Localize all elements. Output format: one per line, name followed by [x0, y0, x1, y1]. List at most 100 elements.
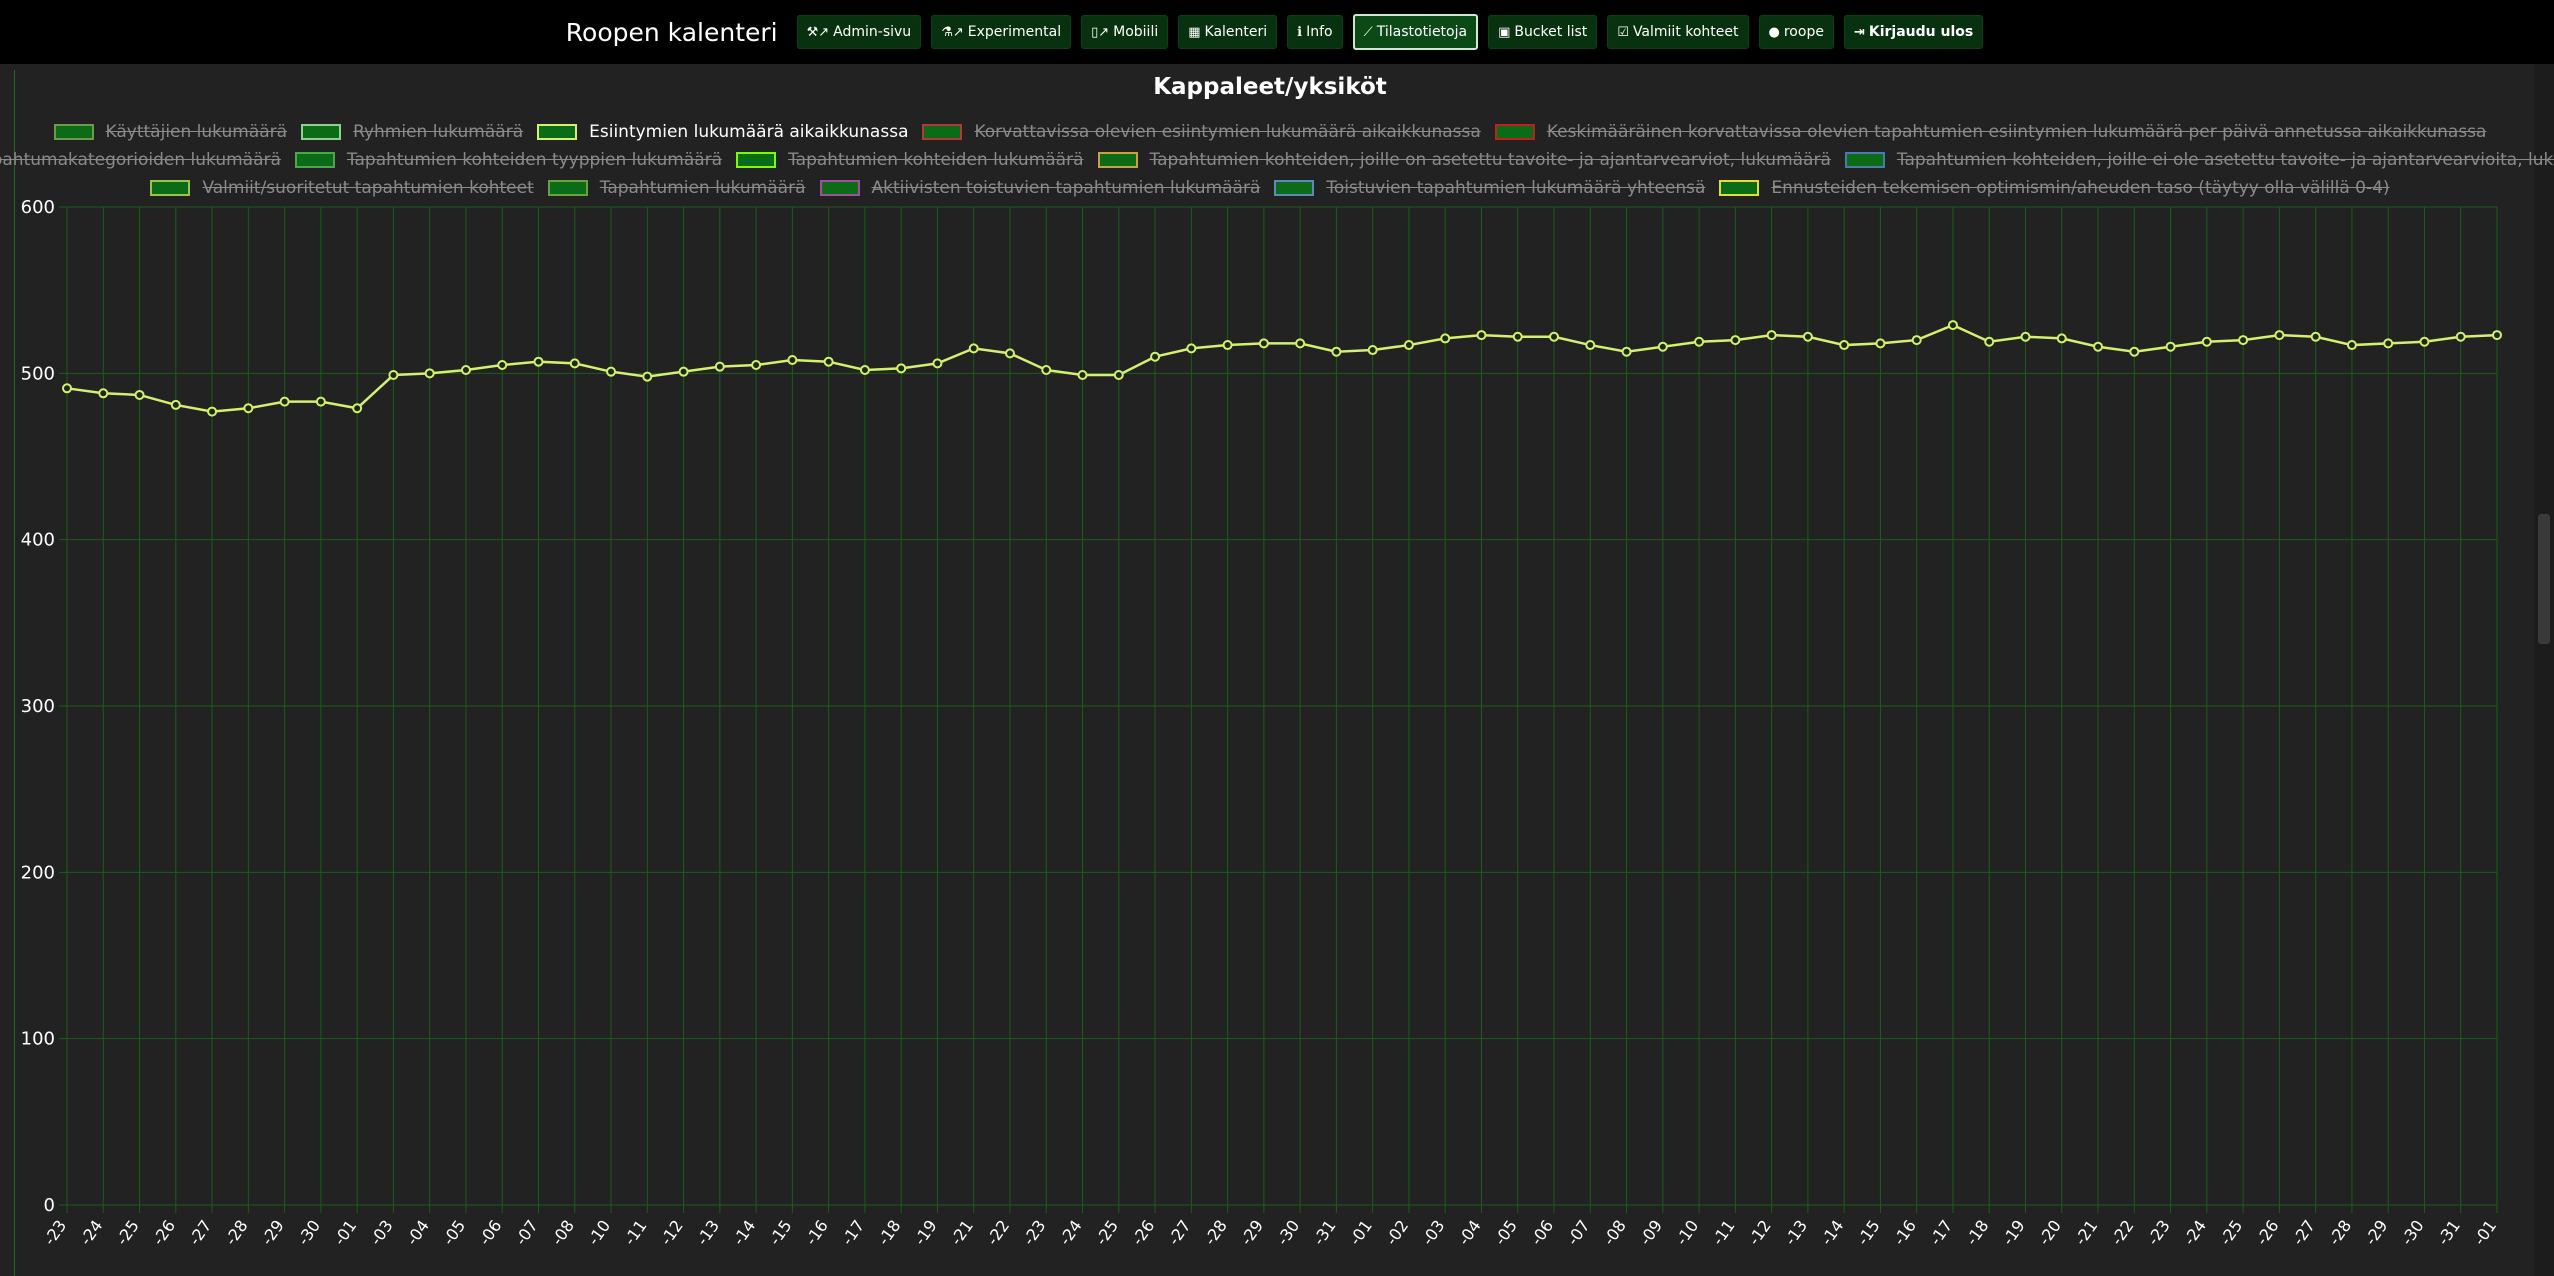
legend-item[interactable]: Tapahtumien kohteiden lukumäärä [736, 150, 1084, 170]
x-tick-label: -22 [983, 1216, 1014, 1248]
x-tick-label: -27 [2288, 1216, 2319, 1248]
nav-admin-button[interactable]: ⚒↗ Admin-sivu [796, 15, 922, 49]
x-tick-label: -14 [1817, 1216, 1848, 1248]
data-point [1512, 331, 1523, 342]
nav-tilastotietoja-label: Tilastotietoja [1376, 24, 1468, 40]
x-tick-label: -13 [693, 1216, 724, 1248]
sign-out-icon: ⇥ [1853, 24, 1865, 40]
legend-swatch [301, 124, 342, 140]
data-point [2201, 336, 2212, 347]
data-point [2492, 330, 2502, 341]
data-point [1476, 330, 1487, 341]
legend-label: Käyttäjien lukumäärä [105, 122, 288, 142]
nav-user-button[interactable]: ● roope [1758, 15, 1834, 49]
legend-item[interactable]: Tapahtumakategorioiden lukumäärä [0, 150, 281, 170]
x-tick-label: -06 [475, 1216, 506, 1248]
nav-experimental-button[interactable]: ⚗↗ Experimental [931, 15, 1072, 49]
legend-swatch [1494, 124, 1535, 140]
legend-item[interactable]: Ryhmien lukumäärä [301, 122, 523, 142]
data-point [1041, 365, 1052, 376]
x-tick-label: -27 [185, 1216, 216, 1248]
brand-title[interactable]: Roopen kalenteri [566, 18, 778, 47]
x-tick-label: -25 [1092, 1216, 1123, 1248]
legend-item[interactable]: Tapahtumien kohteiden, joille ei ole ase… [1844, 150, 2554, 170]
data-point [134, 389, 145, 400]
data-point [1150, 351, 1161, 362]
legend-item[interactable]: Keskimääräinen korvattavissa olevien tap… [1494, 122, 2487, 142]
data-point [569, 358, 580, 369]
data-point [1222, 340, 1233, 351]
nav-tilastotietoja-button[interactable]: ⟋ Tilastotietoja [1352, 14, 1479, 50]
x-tick-label: -08 [1599, 1216, 1630, 1248]
nav-bucket-list-button[interactable]: ▣ Bucket list [1488, 15, 1598, 49]
data-point [642, 371, 653, 382]
x-tick-label: -08 [547, 1216, 578, 1248]
x-tick-label: -01 [330, 1216, 361, 1248]
legend-item[interactable]: Käyttäjien lukumäärä [53, 122, 288, 142]
data-point [1258, 338, 1269, 349]
legend-swatch [1097, 152, 1138, 168]
check-square-icon: ☑ [1617, 24, 1629, 40]
y-tick-label: 400 [21, 530, 55, 551]
x-tick-label: -05 [1490, 1216, 1521, 1248]
data-point [2020, 331, 2031, 342]
x-tick-label: -26 [2252, 1216, 2283, 1248]
data-point [2129, 346, 2140, 357]
nav-info-button[interactable]: ℹ Info [1287, 15, 1343, 49]
top-navbar: Roopen kalenteri ⚒↗ Admin-sivu ⚗↗ Experime… [0, 0, 2554, 64]
nav-logout-button[interactable]: ⇥ Kirjaudu ulos [1843, 15, 1984, 49]
data-point [968, 343, 979, 354]
x-tick-label: -25 [112, 1216, 143, 1248]
data-point [1730, 335, 1741, 346]
nav-valmiit-kohteet-button[interactable]: ☑ Valmiit kohteet [1607, 15, 1749, 49]
data-point [1004, 348, 1015, 359]
x-tick-label: -31 [1309, 1216, 1340, 1248]
x-tick-label: -04 [1454, 1216, 1485, 1248]
data-point [678, 366, 689, 377]
x-tick-label: -26 [149, 1216, 180, 1248]
legend-item[interactable]: Esiintymien lukumäärä aikaikkunassa [537, 122, 908, 142]
x-tick-label: -10 [1672, 1216, 1703, 1248]
legend-item[interactable]: Tapahtumien kohteiden tyyppien lukumäärä [294, 150, 723, 170]
x-tick-label: -17 [838, 1216, 869, 1248]
y-tick-label: 600 [21, 197, 55, 218]
data-point [1077, 369, 1088, 380]
x-tick-label: -29 [1237, 1216, 1268, 1248]
info-icon: ℹ [1297, 24, 1303, 40]
data-point [1331, 346, 1342, 357]
data-point [1113, 369, 1124, 380]
nav-kalenteri-button[interactable]: ▦ Kalenteri [1178, 15, 1278, 49]
data-point [2093, 341, 2104, 352]
legend-label: Keskimääräinen korvattavissa olevien tap… [1546, 122, 2487, 142]
legend-item[interactable]: Tapahtumien kohteiden, joille on asetett… [1097, 150, 1831, 170]
legend-item[interactable]: Korvattavissa olevien esiintymien lukumä… [922, 122, 1481, 142]
legend-label: Tapahtumien kohteiden tyyppien lukumäärä [346, 150, 723, 170]
legend-label: Tapahtumien kohteiden, joille on asetett… [1149, 150, 1831, 170]
x-tick-label: -11 [1708, 1216, 1739, 1248]
legend-swatch [294, 152, 335, 168]
nav-admin-label: Admin-sivu [833, 24, 912, 40]
x-tick-label: -23 [2143, 1216, 2174, 1248]
x-tick-label: -16 [801, 1216, 832, 1248]
x-tick-label: -12 [1744, 1216, 1775, 1248]
x-tick-label: -03 [1418, 1216, 1449, 1248]
x-tick-label: -24 [76, 1216, 107, 1248]
data-point [1802, 331, 1813, 342]
x-tick-label: -03 [366, 1216, 397, 1248]
x-tick-label: -10 [584, 1216, 615, 1248]
x-tick-label: -12 [656, 1216, 687, 1248]
legend-label: Tapahtumakategorioiden lukumäärä [0, 150, 281, 170]
legend-label: Esiintymien lukumäärä aikaikkunassa [589, 122, 909, 142]
legend-swatch [1844, 152, 1885, 168]
x-tick-label: -24 [2180, 1216, 2211, 1248]
data-point [859, 365, 870, 376]
nav-mobiili-button[interactable]: ▯↗ Mobiili [1081, 15, 1169, 49]
line-chart: 0100200300400500600-23 -24 -25 -26 -27 -28 -29… [21, 197, 2502, 1249]
nav-valmiit-kohteet-label: Valmiit kohteet [1632, 24, 1739, 40]
data-point [714, 361, 725, 372]
data-point [1766, 330, 1777, 341]
data-point [1657, 341, 1668, 352]
x-tick-label: -25 [2216, 1216, 2247, 1248]
data-point [896, 363, 907, 374]
data-point [1367, 345, 1378, 356]
